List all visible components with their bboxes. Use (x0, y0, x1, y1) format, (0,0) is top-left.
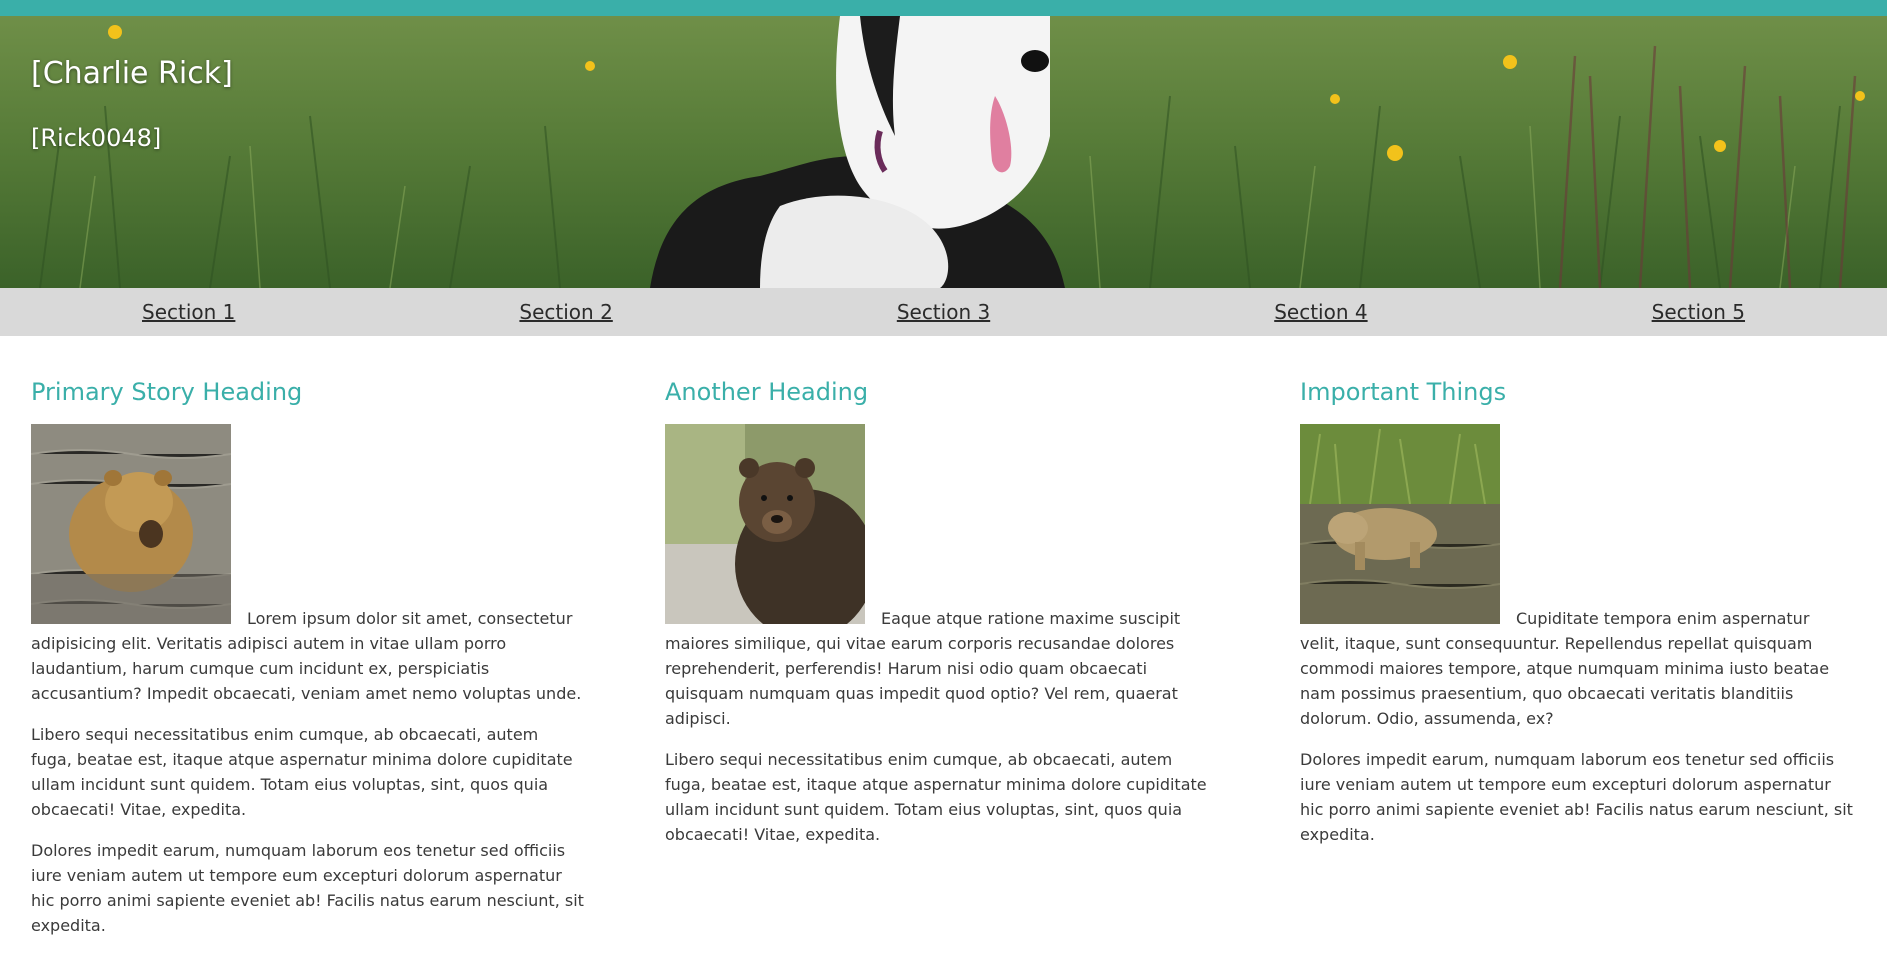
hero-banner: [Charlie Rick] [Rick0048] (0, 16, 1887, 288)
story-paragraph-2: Libero sequi necessitatibus enim cumque,… (31, 725, 573, 819)
story-heading: Important Things (1300, 378, 1507, 406)
page-title: [Charlie Rick] (31, 56, 233, 91)
nav-link-section-3[interactable]: Section 3 (755, 288, 1132, 336)
story-column-1: Primary Story Heading Lorem ipsum dolor … (31, 370, 584, 954)
page-subtitle: [Rick0048] (31, 124, 162, 152)
bear-wading-stream-photo (1300, 424, 1500, 624)
story-heading: Another Heading (665, 378, 869, 406)
section-nav: Section 1 Section 2 Section 3 Section 4 … (0, 288, 1887, 336)
nav-link-section-4[interactable]: Section 4 (1132, 288, 1509, 336)
nav-link-section-1[interactable]: Section 1 (0, 288, 377, 336)
bear-in-water-photo (31, 424, 231, 624)
story-paragraph-1: Eaque atque ratione maxime suscipit maio… (665, 424, 1218, 731)
dog-in-grass-photo (0, 16, 1887, 288)
nav-link-section-2[interactable]: Section 2 (377, 288, 754, 336)
story-heading: Primary Story Heading (31, 378, 303, 406)
story-paragraph-3: Dolores impedit earum, numquam laborum e… (31, 841, 584, 935)
nav-link-section-5[interactable]: Section 5 (1510, 288, 1887, 336)
story-column-3: Important Things Cupiditate tempora enim… (1300, 370, 1853, 863)
story-paragraph-2: Dolores impedit earum, numquam laborum e… (1300, 750, 1853, 844)
story-text: Eaque atque ratione maxime suscipit maio… (665, 609, 1181, 728)
story-paragraph-1: Lorem ipsum dolor sit amet, consectetur … (31, 424, 584, 706)
top-accent-bar (0, 0, 1887, 16)
story-column-2: Another Heading Eaque atque ratione maxi… (665, 370, 1218, 863)
brown-bear-sitting-photo (665, 424, 865, 624)
story-paragraph-2: Libero sequi necessitatibus enim cumque,… (665, 750, 1207, 844)
story-paragraph-1: Cupiditate tempora enim aspernatur velit… (1300, 424, 1853, 731)
story-text: Cupiditate tempora enim aspernatur velit… (1300, 609, 1830, 728)
